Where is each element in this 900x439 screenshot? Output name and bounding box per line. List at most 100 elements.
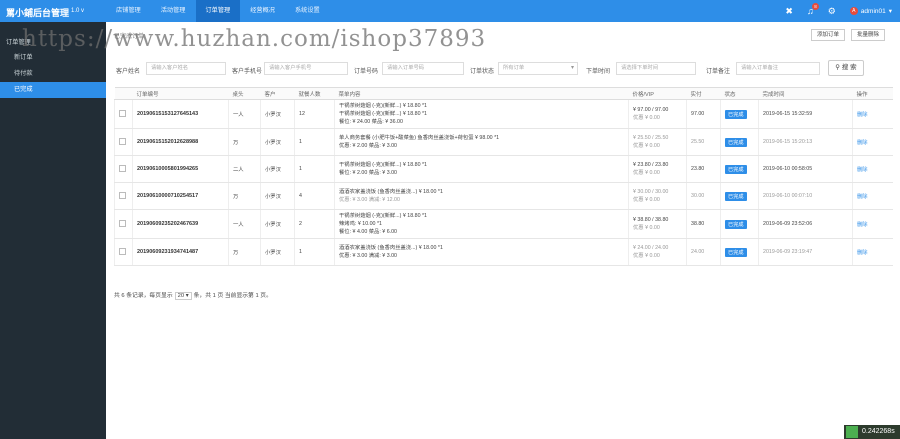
col-paid: 实付	[686, 87, 721, 100]
status-badge: 已完成	[725, 191, 747, 201]
delete-link[interactable]: 删除	[857, 140, 868, 146]
user-name: admin01	[860, 7, 886, 15]
price-cell: ¥ 23.80 / 23.80 优惠 ¥ 0.00	[628, 155, 687, 183]
order-note-input[interactable]: 请输入订单备注	[736, 62, 820, 75]
page-size-select[interactable]: 20 ▾	[174, 292, 192, 300]
pagination: 共 6 条记录，每页显示 20 ▾ 条，共 1 页 当前显示第 1 页。	[114, 290, 272, 300]
notification-badge: 8	[812, 3, 819, 10]
items-cell: 酒酒农家盖浇饭 (鱼香肉丝盖浇...) ¥ 18.00 *1 优惠: ¥ 3.00…	[334, 238, 629, 266]
order-no: 20190615153127645143	[132, 99, 229, 129]
sidebar-item-pending-payment[interactable]: 待付款	[0, 66, 106, 82]
render-timer: 0.242268s	[844, 425, 900, 439]
paid-cell: 24.00	[686, 238, 721, 266]
batch-delete-button[interactable]: 批量删除	[851, 29, 886, 41]
customer-cell: 小罗汉	[260, 155, 295, 183]
status-badge: 已完成	[725, 219, 747, 229]
people-cell: 1	[294, 155, 335, 183]
close-icon[interactable]: ✖	[785, 6, 793, 17]
col-price: 价格/VIP	[628, 87, 687, 100]
row-checkbox[interactable]	[119, 191, 126, 199]
table-row: 20190615153127645143 一人 小罗汉 12 干锅茶树菇烟 (-…	[114, 99, 893, 129]
items-cell: 单人商务套餐 (小肥牛饭+酸菜鱼) 鱼香肉丝盖浇饭+荷包蛋 ¥ 98.00 *1…	[334, 128, 629, 156]
time-cell: 2019-06-15 15:32:59	[758, 99, 853, 129]
customer-cell: 小罗汉	[260, 128, 295, 156]
version-label: 1.0 v	[71, 8, 85, 14]
row-checkbox[interactable]	[119, 109, 126, 117]
top-right-tools: ✖ ♫ 8 ⚙ Aadmin01 ▾	[785, 0, 892, 22]
watermark: https://www.huzhan.com/ishop37893	[22, 26, 487, 52]
delete-link[interactable]: 删除	[857, 167, 868, 173]
customer-cell: 小罗汉	[260, 182, 295, 210]
people-cell: 1	[294, 128, 335, 156]
chevron-down-icon: ▾	[888, 8, 892, 15]
customer-phone-label: 客户手机号	[232, 69, 263, 75]
delete-link[interactable]: 删除	[857, 194, 868, 200]
customer-cell: 小罗汉	[260, 209, 295, 239]
customer-name-input[interactable]: 请输入客户姓名	[146, 62, 226, 75]
nav-activity[interactable]: 活动管理	[151, 0, 196, 22]
nav-store[interactable]: 店铺管理	[106, 0, 151, 22]
col-people: 就餐人数	[294, 87, 335, 100]
table-cell: 一人	[228, 99, 261, 129]
paid-cell: 30.00	[686, 182, 721, 210]
bell-icon[interactable]: ♫ 8	[807, 3, 819, 16]
table-cell: 一人	[228, 209, 261, 239]
customer-phone-input[interactable]: 请输入客户手机号	[264, 62, 348, 75]
delete-link[interactable]: 删除	[857, 222, 868, 228]
people-cell: 4	[294, 182, 335, 210]
nav-settings[interactable]: 系统设置	[285, 0, 330, 22]
avatar: A	[849, 7, 858, 15]
order-status-select[interactable]: 所有订单	[498, 62, 578, 75]
price-cell: ¥ 38.80 / 38.80 优惠 ¥ 0.00	[628, 209, 687, 239]
nav-orders[interactable]: 订单管理	[195, 0, 241, 22]
sidebar: 订单管理 新订单 待付款 已完成	[0, 22, 106, 439]
row-checkbox[interactable]	[119, 137, 126, 145]
order-time-input[interactable]: 请选择下单时间	[616, 62, 696, 75]
order-no: 20190615152012628988	[132, 128, 229, 156]
order-no: 20190610005801994265	[132, 155, 229, 183]
col-status: 状态	[720, 87, 759, 100]
items-cell: 酒酒农家盖浇饭 (鱼香肉丝盖浇...) ¥ 18.00 *1 优惠: ¥ 3.00…	[334, 182, 629, 210]
people-cell: 2	[294, 209, 335, 239]
sidebar-item-new-orders[interactable]: 新订单	[0, 50, 106, 66]
table-cell: 万	[228, 182, 261, 210]
pager-prefix: 共 6 条记录，每页显示	[114, 293, 173, 299]
col-op: 操作	[852, 87, 893, 100]
price-cell: ¥ 30.00 / 30.00 优惠 ¥ 0.00	[628, 182, 687, 210]
col-time: 完成时间	[758, 87, 853, 100]
time-cell: 2019-06-10 00:58:05	[758, 155, 853, 183]
col-table: 桌头	[228, 87, 261, 100]
delete-link[interactable]: 删除	[857, 250, 868, 256]
paid-cell: 23.80	[686, 155, 721, 183]
order-status-label: 订单状态	[470, 69, 495, 75]
main-content: 已完成订单 添加订单 批量删除 客户姓名 请输入客户姓名 客户手机号 请输入客户…	[106, 22, 900, 439]
top-bar: 罵小鋪后台管理 1.0 v 店铺管理 活动管理 订单管理 经营概况 系统设置 ✖ …	[0, 0, 900, 22]
sidebar-item-completed[interactable]: 已完成	[0, 82, 106, 98]
add-order-button[interactable]: 添加订单	[811, 29, 846, 41]
user-menu[interactable]: Aadmin01 ▾	[849, 7, 892, 15]
row-checkbox[interactable]	[119, 164, 126, 172]
row-checkbox[interactable]	[119, 247, 126, 255]
search-icon: ⚲	[835, 64, 841, 71]
order-no: 20190609231934741487	[132, 238, 229, 266]
order-no-label: 订单号码	[354, 69, 379, 75]
people-cell: 1	[294, 238, 335, 266]
paid-cell: 38.80	[686, 209, 721, 239]
status-badge: 已完成	[725, 164, 747, 174]
col-order-no: 订单编号	[132, 87, 229, 100]
time-cell: 2019-06-15 15:20:13	[758, 128, 853, 156]
gear-icon[interactable]: ⚙	[828, 6, 836, 17]
price-cell: ¥ 24.00 / 24.00 优惠 ¥ 0.00	[628, 238, 687, 266]
search-button[interactable]: ⚲ 搜 索	[828, 60, 864, 76]
time-cell: 2019-06-09 23:52:06	[758, 209, 853, 239]
table-row: 20190610000710254517 万 小罗汉 4 酒酒农家盖浇饭 (鱼香…	[114, 182, 893, 210]
table-row: 20190609235202467639 一人 小罗汉 2 干锅茶树菇烟 (-克…	[114, 209, 893, 239]
time-cell: 2019-06-10 00:07:10	[758, 182, 853, 210]
table-cell: 万	[228, 238, 261, 266]
order-no-input[interactable]: 请输入订单号码	[382, 62, 464, 75]
nav-overview[interactable]: 经营概况	[240, 0, 285, 22]
delete-link[interactable]: 删除	[857, 112, 868, 118]
status-badge: 已完成	[725, 137, 747, 147]
row-checkbox[interactable]	[119, 219, 126, 227]
table-header-row: 订单编号 桌头 客户 就餐人数 菜单内容 价格/VIP 实付 状态 完成时间 操…	[114, 87, 893, 100]
